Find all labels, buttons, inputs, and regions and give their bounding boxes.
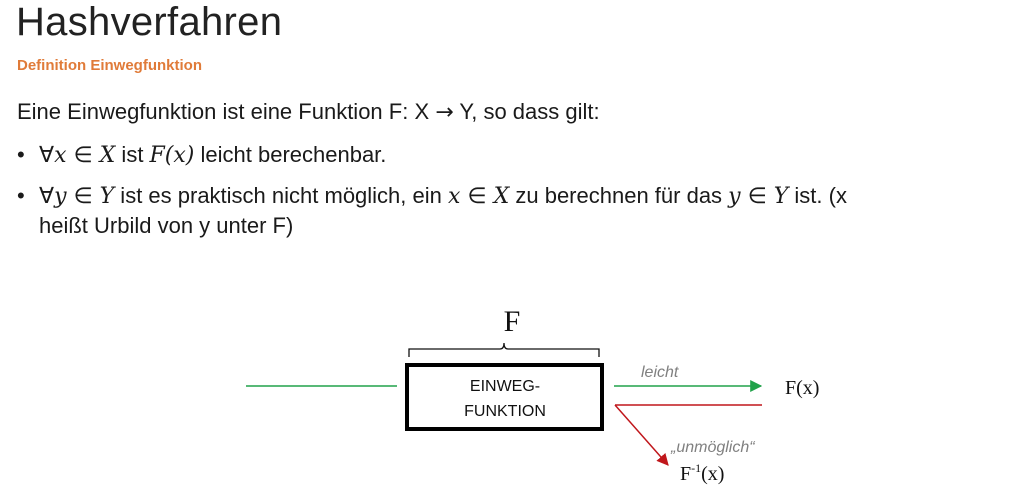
box-label-line-1: EINWEG-	[470, 378, 540, 395]
inverse-base: F	[680, 463, 691, 485]
inverse-label: F-1(x)	[680, 461, 724, 485]
output-label: F(x)	[785, 377, 819, 399]
inverse-superscript: -1	[691, 461, 701, 475]
impossible-label: „unmöglich“	[670, 439, 756, 456]
brace-label: F	[504, 305, 521, 338]
inverse-arrow	[614, 404, 669, 466]
easy-label: leicht	[641, 364, 679, 381]
inverse-argument: (x)	[701, 463, 724, 485]
one-way-function-diagram: F EINWEG- FUNKTION leicht F(x) „unmöglic…	[246, 305, 819, 485]
box-label-line-2: FUNKTION	[464, 403, 546, 420]
curly-brace	[408, 342, 600, 357]
